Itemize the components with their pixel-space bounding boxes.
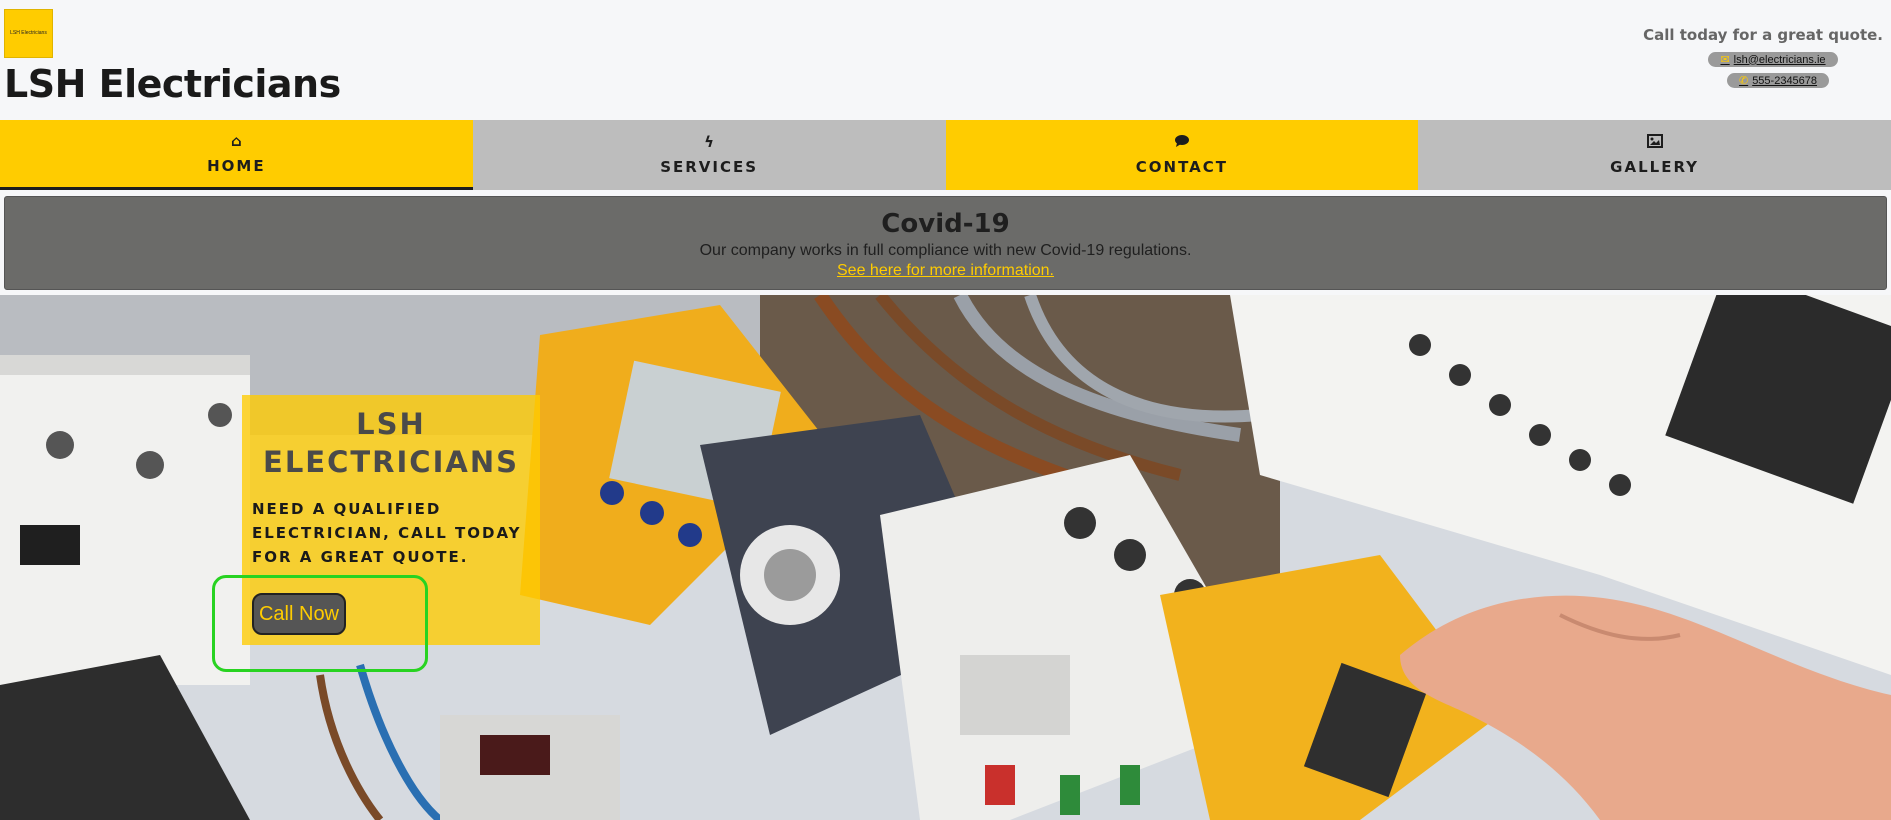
- nav-label-gallery: GALLERY: [1610, 158, 1700, 176]
- contact-block: Call today for a great quote. ✉ lsh@elec…: [1643, 26, 1883, 90]
- site-header: LSH Electricians LSH Electricians Call t…: [0, 0, 1891, 120]
- logo-text: LSH Electricians: [10, 30, 47, 36]
- promo-box: LSH ELECTRICIANS NEED A QUALIFIED ELECTR…: [242, 395, 540, 645]
- nav-item-contact[interactable]: CONTACT: [945, 120, 1419, 190]
- bolt-icon: ϟ: [704, 133, 715, 151]
- covid-text: Our company works in full compliance wit…: [699, 242, 1192, 259]
- nav-item-gallery[interactable]: GALLERY: [1418, 120, 1891, 190]
- nav-label-contact: CONTACT: [1135, 158, 1228, 176]
- covid-info-link[interactable]: See here for more information.: [837, 262, 1054, 280]
- home-icon: ⌂: [231, 131, 242, 150]
- call-now-button[interactable]: Call Now: [252, 593, 346, 635]
- nav-label-home: HOME: [207, 156, 266, 175]
- nav-item-services[interactable]: ϟ SERVICES: [472, 120, 946, 190]
- envelope-icon: ✉: [1720, 54, 1730, 66]
- logo[interactable]: LSH Electricians: [4, 9, 53, 58]
- nav-item-home[interactable]: ⌂ HOME: [0, 120, 473, 190]
- promo-text: NEED A QUALIFIED ELECTRICIAN, CALL TODAY…: [252, 500, 522, 566]
- covid-banner: Covid-19 Our company works in full compl…: [4, 196, 1887, 290]
- site-title: LSH Electricians: [4, 62, 341, 106]
- promo-title: LSH ELECTRICIANS: [263, 407, 519, 479]
- image-icon: [1646, 134, 1663, 150]
- covid-title: Covid-19: [881, 209, 1010, 239]
- phone-text: 555-2345678: [1752, 74, 1818, 87]
- tagline: Call today for a great quote.: [1643, 26, 1883, 44]
- email-link[interactable]: ✉ lsh@electricians.ie: [1708, 52, 1838, 67]
- comment-icon: [1174, 134, 1190, 150]
- phone-link[interactable]: ✆ 555-2345678: [1726, 73, 1830, 88]
- phone-icon: ✆: [1738, 75, 1749, 87]
- nav-label-services: SERVICES: [660, 158, 759, 176]
- hero-section: LSH ELECTRICIANS NEED A QUALIFIED ELECTR…: [0, 295, 1891, 820]
- main-nav: ⌂ HOME ϟ SERVICES CONTACT GALLERY: [0, 120, 1891, 190]
- email-text: lsh@electricians.ie: [1733, 53, 1826, 66]
